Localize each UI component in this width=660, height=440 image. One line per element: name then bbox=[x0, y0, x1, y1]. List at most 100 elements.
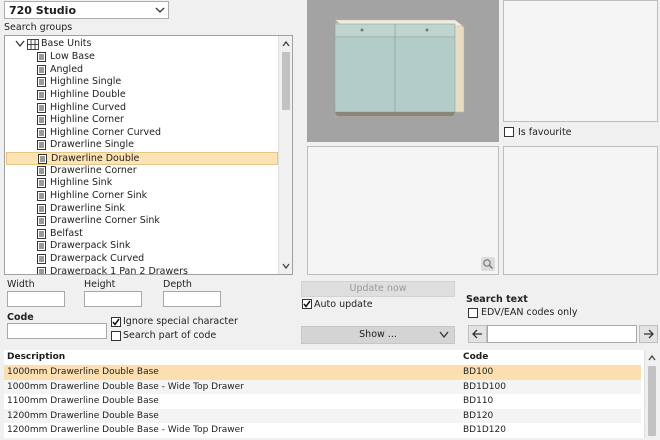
cabinet-doc-icon bbox=[37, 241, 46, 252]
table-scroll-thumb[interactable] bbox=[648, 366, 656, 436]
width-input[interactable] bbox=[7, 291, 65, 307]
ignore-special-label: Ignore special character bbox=[123, 316, 238, 327]
search-part-checkbox[interactable] bbox=[111, 331, 121, 341]
search-groups-label: Search groups bbox=[4, 22, 73, 33]
checkmark-icon bbox=[303, 300, 311, 308]
scroll-up-icon[interactable] bbox=[647, 353, 657, 363]
tree-item[interactable]: Drawerline Corner bbox=[6, 165, 278, 178]
cabinet-doc-icon bbox=[37, 127, 46, 138]
cabinet-doc-icon bbox=[37, 89, 46, 100]
search-groups-tree[interactable]: Base Units Low Base Angled Highline Single… bbox=[4, 35, 293, 275]
tree-root-base-units[interactable]: Base Units bbox=[5, 38, 277, 51]
tree-item[interactable]: Drawerpack 1 Pan 2 Drawers bbox=[6, 266, 278, 274]
tree-item-label: Highline Corner Sink bbox=[50, 189, 148, 201]
cabinet-doc-icon bbox=[37, 203, 46, 214]
tree-item-label: Highline Curved bbox=[50, 101, 127, 113]
height-input[interactable] bbox=[84, 291, 142, 307]
checkmark-icon bbox=[112, 318, 120, 326]
cabinet-doc-icon bbox=[37, 266, 46, 274]
table-row[interactable]: 1000mm Drawerline Double Base - Wide Top… bbox=[4, 379, 641, 395]
tree-item[interactable]: Drawerpack Curved bbox=[6, 253, 278, 266]
tree-item[interactable]: Highline Double bbox=[6, 89, 278, 102]
auto-update-row[interactable]: Auto update bbox=[302, 299, 422, 311]
cabinet-doc-icon bbox=[37, 165, 46, 176]
search-next-button[interactable] bbox=[639, 325, 658, 343]
tree-item[interactable]: Drawerline Double bbox=[6, 152, 278, 165]
tree-item-label: Low Base bbox=[50, 51, 95, 63]
update-now-button[interactable]: Update now bbox=[301, 281, 455, 297]
tree-item[interactable]: Highline Corner Sink bbox=[6, 190, 278, 203]
code-label: Code bbox=[7, 312, 34, 323]
tree-scroll-thumb[interactable] bbox=[282, 52, 290, 110]
scroll-up-icon[interactable] bbox=[281, 39, 291, 49]
tree-item[interactable]: Belfast bbox=[6, 228, 278, 241]
cabinet-doc-icon bbox=[37, 178, 46, 189]
tree-item[interactable]: Low Base bbox=[6, 51, 278, 64]
chevron-down-icon bbox=[439, 331, 449, 339]
cabinet-doc-icon bbox=[37, 102, 46, 113]
arrow-right-icon bbox=[644, 329, 654, 339]
secondary-preview-panel bbox=[307, 146, 499, 275]
cell-description: 1200mm Drawerline Double Base - Wide Top… bbox=[7, 425, 244, 436]
show-label: Show ... bbox=[359, 329, 397, 340]
tree-item[interactable]: Drawerline Sink bbox=[6, 203, 278, 216]
tree-item-label: Drawerline Corner bbox=[50, 164, 137, 176]
tree-item[interactable]: Highline Sink bbox=[6, 177, 278, 190]
cell-code: BD100 bbox=[463, 367, 494, 377]
table-scrollbar[interactable] bbox=[644, 350, 658, 438]
table-row[interactable]: 1000mm Drawerline Double Base BD100 bbox=[4, 365, 641, 380]
ignore-special-checkbox[interactable] bbox=[111, 317, 121, 327]
cabinet-doc-icon bbox=[38, 154, 47, 165]
tree-item[interactable]: Drawerline Single bbox=[6, 139, 278, 152]
search-text-label: Search text bbox=[466, 294, 528, 305]
tree-item[interactable]: Highline Corner bbox=[6, 114, 278, 127]
table-row[interactable]: 1200mm Drawerline Double Base BD120 bbox=[4, 408, 641, 424]
cabinet-doc-icon bbox=[37, 115, 46, 126]
tree-item[interactable]: Drawerline Corner Sink bbox=[6, 215, 278, 228]
table-row[interactable]: 1200mm Drawerline Double Base - Wide Top… bbox=[4, 423, 641, 438]
search-prev-button[interactable] bbox=[468, 325, 487, 343]
zoom-icon[interactable] bbox=[481, 257, 495, 271]
tree-item-label: Highline Single bbox=[50, 76, 122, 88]
scroll-down-icon[interactable] bbox=[281, 261, 291, 271]
tree-root-label: Base Units bbox=[41, 38, 92, 49]
code-input[interactable] bbox=[7, 323, 107, 339]
is-favourite-checkbox[interactable] bbox=[504, 127, 514, 137]
tree-item-label: Drawerline Single bbox=[50, 139, 134, 151]
table-row[interactable]: 1100mm Drawerline Double Base BD110 bbox=[4, 394, 641, 409]
cell-code: BD1D100 bbox=[463, 381, 506, 392]
tree-item-label: Drawerline Sink bbox=[50, 202, 125, 214]
cell-code: BD1D120 bbox=[463, 425, 506, 436]
depth-input[interactable] bbox=[163, 291, 221, 307]
tree-item[interactable]: Highline Curved bbox=[6, 102, 278, 115]
cabinet-doc-icon bbox=[37, 254, 46, 265]
auto-update-checkbox[interactable] bbox=[302, 299, 312, 309]
is-favourite-label: Is favourite bbox=[518, 127, 572, 138]
tree-scrollbar[interactable] bbox=[278, 36, 292, 274]
tree-item-label: Angled bbox=[50, 63, 84, 75]
cell-code: BD110 bbox=[463, 396, 494, 407]
ignore-special-row[interactable]: Ignore special character bbox=[111, 316, 291, 328]
column-header-code[interactable]: Code bbox=[463, 350, 488, 365]
tree-item-label: Belfast bbox=[50, 227, 83, 239]
tree-item[interactable]: Highline Single bbox=[6, 76, 278, 89]
cabinet-doc-icon bbox=[37, 228, 46, 239]
cabinet-doc-icon bbox=[37, 52, 46, 63]
tree-item[interactable]: Highline Corner Curved bbox=[6, 127, 278, 140]
show-dropdown-button[interactable]: Show ... bbox=[301, 326, 455, 344]
tree-item-label: Drawerpack Sink bbox=[50, 240, 131, 252]
search-part-row[interactable]: Search part of code bbox=[111, 330, 291, 342]
width-label: Width bbox=[7, 279, 35, 290]
cabinet-doc-icon bbox=[37, 140, 46, 151]
edv-checkbox[interactable] bbox=[468, 308, 478, 318]
cabinet-doc-icon bbox=[37, 64, 46, 75]
tree-item[interactable]: Drawerpack Sink bbox=[6, 240, 278, 253]
height-label: Height bbox=[84, 279, 116, 290]
range-select[interactable]: 720 Studio bbox=[4, 1, 169, 19]
search-part-label: Search part of code bbox=[123, 330, 217, 341]
search-text-input[interactable] bbox=[487, 325, 637, 343]
attributes-panel bbox=[503, 146, 658, 275]
edv-row[interactable]: EDV/EAN codes only bbox=[468, 307, 618, 319]
column-header-description[interactable]: Description bbox=[7, 350, 65, 365]
tree-item[interactable]: Angled bbox=[6, 64, 278, 77]
